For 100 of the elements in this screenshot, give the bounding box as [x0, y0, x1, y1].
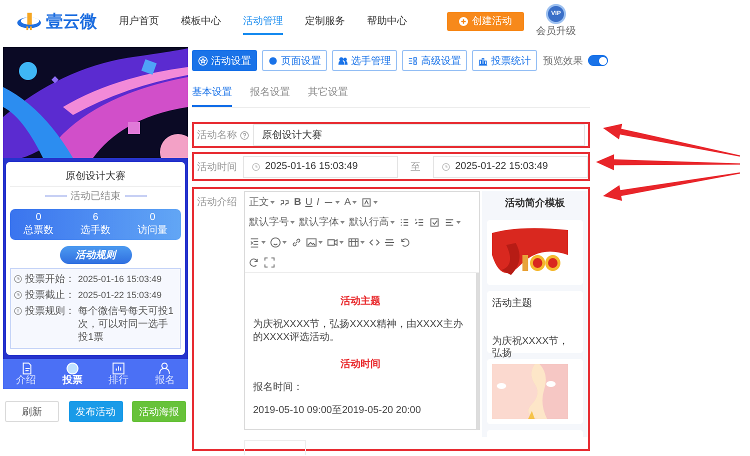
caret-icon: [456, 220, 461, 224]
smiley-icon: [270, 236, 281, 248]
numbered-list-icon: [414, 216, 425, 228]
activity-title: 原创设计大赛: [10, 167, 181, 187]
undo-icon: [399, 236, 410, 248]
stat-value: 0: [36, 212, 42, 223]
bar-chart-icon: [112, 362, 126, 375]
clock-icon: [252, 162, 260, 170]
logo-text: 壹云微: [46, 10, 97, 32]
divider-icon: [384, 236, 395, 248]
stat-value: 0: [150, 212, 156, 223]
bottom-nav-item[interactable]: 报名: [154, 362, 175, 387]
settings-tab[interactable]: 投票统计: [472, 50, 537, 71]
tab-icon: [198, 56, 208, 66]
caret-icon: [318, 240, 323, 244]
toolbar-dropdown[interactable]: I: [314, 193, 322, 211]
settings-tab[interactable]: 选手管理: [332, 50, 397, 71]
stat-label: 选手数: [80, 224, 110, 237]
info-icon: [14, 307, 22, 315]
link-icon: [291, 236, 302, 248]
settings-tab[interactable]: 页面设置: [262, 50, 327, 71]
card-text: 为庆祝XXXX节，弘扬: [492, 336, 570, 360]
template-card[interactable]: [487, 220, 583, 285]
toolbar-dropdown[interactable]: B: [292, 193, 304, 211]
toolbar-dropdown[interactable]: 默认行高: [347, 213, 397, 231]
nav-link[interactable]: 帮助中心: [367, 8, 407, 34]
clock-icon: [442, 162, 450, 170]
tab-icon: [268, 56, 278, 66]
code-icon: [369, 236, 380, 248]
text-color-icon: [360, 196, 372, 208]
caret-icon: [261, 240, 266, 244]
field-label: 活动名称: [197, 129, 237, 142]
rule-value: 每个微信号每天可投1次，可以对同一选手投1票: [78, 305, 175, 344]
clock-icon: [14, 291, 22, 299]
content-paragraph: 报名时间：: [253, 381, 304, 394]
preview-toggle[interactable]: [588, 55, 608, 66]
preview-label: 预览效果: [543, 54, 583, 68]
video-icon: [327, 236, 338, 248]
rule-value: 2025-01-22 15:03:49: [78, 289, 163, 302]
caret-icon: [282, 240, 287, 244]
fullscreen-icon: [264, 256, 275, 268]
empty-field[interactable]: [244, 440, 306, 455]
sub-tab[interactable]: 其它设置: [308, 81, 348, 107]
range-separator: 至: [409, 160, 422, 174]
sub-tab[interactable]: 报名设置: [250, 81, 290, 107]
toolbar-dropdown[interactable]: A: [342, 193, 359, 211]
bottom-nav-item[interactable]: 排行: [108, 362, 129, 387]
bulleted-list-icon: [399, 216, 410, 228]
upgrade-label[interactable]: 会员升级: [536, 24, 576, 38]
nav-link[interactable]: 定制服务: [305, 8, 345, 34]
end-date-field[interactable]: 2025-01-22 15:03:49: [433, 156, 588, 178]
toolbar-dropdown[interactable]: 正文: [247, 193, 277, 211]
content-heading: 活动主题: [340, 295, 382, 308]
settings-tab[interactable]: 高级设置: [402, 50, 467, 71]
panel-title: 活动简介模板: [504, 196, 566, 211]
tab-icon: [408, 56, 418, 66]
table-icon: [348, 236, 359, 248]
content-paragraph: 2019-05-10 09:00至2019-05-20 20:00: [253, 404, 422, 417]
rule-label: 投票开始：: [25, 273, 76, 286]
field-label: 活动介绍: [197, 196, 238, 209]
status-label: 活动已结束: [70, 190, 120, 203]
indent-icon: [249, 236, 260, 248]
toolbar-dropdown[interactable]: 默认字体: [297, 213, 347, 231]
bottom-nav-item[interactable]: 投票: [62, 362, 82, 387]
person-icon: [158, 362, 172, 375]
caret-icon: [335, 200, 340, 204]
caret-icon: [339, 240, 344, 244]
tab-icon: [338, 56, 348, 66]
caret-icon: [360, 240, 365, 244]
bottom-nav-item[interactable]: 介绍: [16, 362, 36, 387]
card-title: 活动主题: [492, 296, 533, 310]
caret-icon: [372, 200, 378, 204]
nav-link[interactable]: 活动管理: [243, 8, 283, 34]
date-value: 2025-01-16 15:03:49: [264, 161, 358, 172]
action-button[interactable]: 刷新: [5, 401, 59, 422]
rule-value: 2025-01-16 15:03:49: [78, 273, 163, 286]
toolbar-dropdown[interactable]: U: [303, 193, 314, 211]
action-button[interactable]: 发布活动: [68, 401, 122, 422]
toolbar-dropdown[interactable]: 默认字号: [247, 213, 297, 231]
content-paragraph: 为庆祝XXXX节，弘扬XXXX精神，由XXXX主办的XXXX评选活动。: [253, 318, 464, 344]
rule-label: 投票规则：: [25, 305, 76, 318]
plus-icon: [459, 16, 468, 26]
name-field[interactable]: 原创设计大赛: [253, 124, 585, 146]
content-heading: 活动时间: [340, 358, 382, 371]
stat-label: 总票数: [24, 224, 54, 237]
redo-icon: [249, 256, 260, 268]
settings-tab[interactable]: 活动设置: [192, 50, 257, 71]
help-icon[interactable]: [240, 130, 249, 140]
logo-icon: [16, 11, 44, 31]
stat-label: 访问量: [138, 224, 168, 237]
tab-icon: [478, 56, 488, 66]
align-icon: [444, 216, 455, 228]
date-value: 2025-01-22 15:03:49: [455, 161, 548, 172]
start-date-field[interactable]: 2025-01-16 15:03:49: [242, 156, 398, 178]
nav-link[interactable]: 模板中心: [181, 8, 221, 34]
sub-tab[interactable]: 基本设置: [192, 81, 232, 107]
rules-title: 活动规则: [60, 246, 132, 264]
checkbox-icon: [429, 216, 440, 228]
nav-link[interactable]: 用户首页: [119, 8, 159, 34]
image-icon: [306, 236, 317, 248]
